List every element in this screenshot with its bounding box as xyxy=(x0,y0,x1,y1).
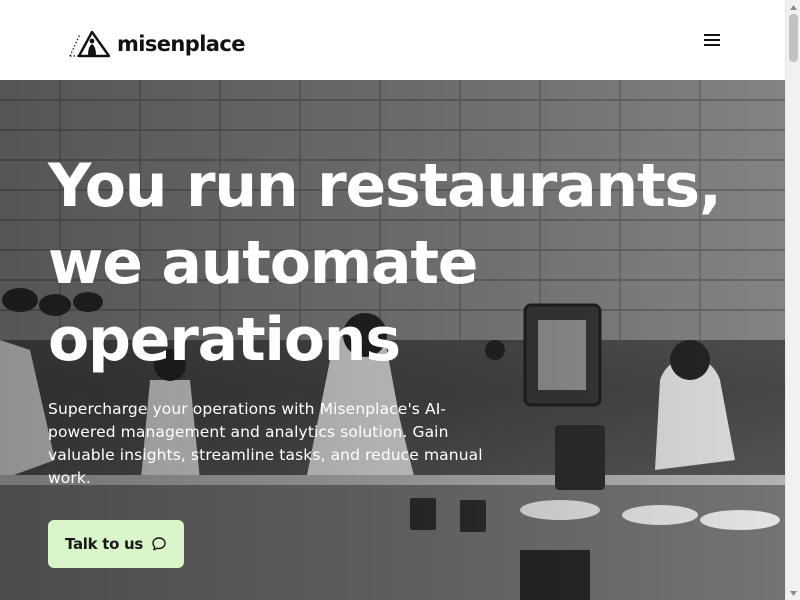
hero-title-line: You run restaurants, xyxy=(48,151,722,221)
tent-peak-logo-icon xyxy=(69,30,111,58)
menu-button[interactable] xyxy=(700,28,724,52)
scrollbar-thumb[interactable] xyxy=(789,14,798,62)
scroll-up-arrow-icon[interactable] xyxy=(786,0,800,14)
brand-name: misenplace xyxy=(117,32,245,56)
page-scrollbar[interactable] xyxy=(785,0,800,600)
hero-title: You run restaurants, we automate operati… xyxy=(48,148,722,379)
scroll-down-arrow-icon[interactable] xyxy=(786,586,800,600)
site-header: misenplace xyxy=(0,0,785,80)
hamburger-menu-icon xyxy=(704,34,720,46)
hero-section: You run restaurants, we automate operati… xyxy=(0,80,785,600)
talk-to-us-label: Talk to us xyxy=(64,535,144,553)
hero-subtitle: Supercharge your operations with Misenpl… xyxy=(48,400,483,487)
hero-title-line: we automate xyxy=(48,228,479,298)
chat-bubble-icon xyxy=(152,537,166,551)
brand-logo[interactable]: misenplace xyxy=(67,28,245,60)
hero-title-line: operations xyxy=(48,305,401,375)
talk-to-us-button[interactable]: Talk to us xyxy=(48,520,184,568)
